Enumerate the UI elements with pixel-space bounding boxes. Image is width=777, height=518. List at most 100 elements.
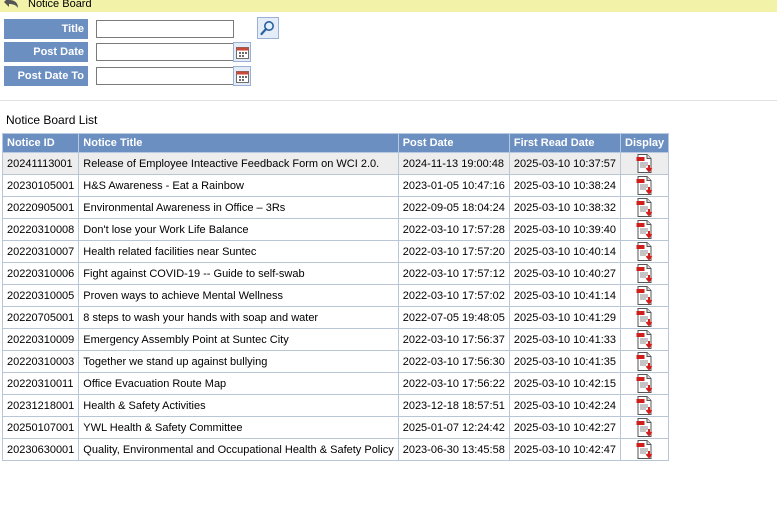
table-row[interactable]: 20220310006 Fight against COVID-19 -- Gui… — [1, 262, 670, 285]
notice-id-cell: 20220905001 — [1, 196, 80, 219]
pdf-document-icon[interactable] — [636, 307, 654, 328]
display-cell — [620, 174, 670, 197]
table-row[interactable]: 20220310003 Together we stand up against … — [1, 350, 670, 373]
section-divider — [0, 100, 777, 101]
first-read-date-cell: 2025-03-10 10:42:15 — [508, 372, 622, 395]
table-row[interactable]: 20220310005 Proven ways to achieve Mental… — [1, 284, 670, 307]
first-read-date-cell: 2025-03-10 10:41:35 — [508, 350, 622, 373]
table-row[interactable]: 20220310008 Don't lose your Work Life Bal… — [1, 218, 670, 241]
post-date-cell: 2024-11-13 19:00:48 — [397, 152, 510, 175]
column-header-notice-title[interactable]: Notice Title — [78, 133, 399, 153]
display-cell — [620, 328, 670, 351]
post-date-from-calendar-button[interactable] — [233, 42, 251, 62]
post-date-to-calendar-button[interactable] — [233, 66, 251, 86]
first-read-date-cell: 2025-03-10 10:38:24 — [508, 174, 622, 197]
page-header-bar: Notice Board — [0, 0, 777, 12]
notice-title-cell: Health related facilities near Suntec — [78, 240, 399, 263]
display-cell — [620, 350, 670, 373]
table-header-row: Notice ID Notice Title Post Date First R… — [1, 133, 670, 153]
table-row[interactable]: 20220310009 Emergency Assembly Point at S… — [1, 328, 670, 351]
page-title: Notice Board — [28, 0, 92, 10]
post-date-cell: 2022-07-05 19:48:05 — [397, 306, 510, 329]
pdf-document-icon[interactable] — [636, 373, 654, 394]
notice-title-cell: Release of Employee Inteactive Feedback … — [78, 152, 399, 175]
first-read-date-cell: 2025-03-10 10:40:14 — [508, 240, 622, 263]
post-date-cell: 2022-03-10 17:57:20 — [397, 240, 510, 263]
post-date-to-label: Post Date To — [4, 66, 88, 86]
pdf-document-icon[interactable] — [636, 175, 654, 196]
display-cell — [620, 262, 670, 285]
column-header-notice-id[interactable]: Notice ID — [1, 133, 80, 153]
notice-id-cell: 20220310006 — [1, 262, 80, 285]
notice-title-cell: H&S Awareness - Eat a Rainbow — [78, 174, 399, 197]
notice-id-cell: 20231218001 — [1, 394, 80, 417]
display-cell — [620, 372, 670, 395]
notice-title-cell: 8 steps to wash your hands with soap and… — [78, 306, 399, 329]
pdf-document-icon[interactable] — [636, 197, 654, 218]
display-cell — [620, 152, 670, 175]
notice-id-cell: 20220705001 — [1, 306, 80, 329]
notice-id-cell: 20220310011 — [1, 372, 80, 395]
pdf-document-icon[interactable] — [636, 351, 654, 372]
table-row[interactable]: 20250107001 YWL Health & Safety Committee… — [1, 416, 670, 439]
pdf-document-icon[interactable] — [636, 439, 654, 460]
first-read-date-cell: 2025-03-10 10:41:29 — [508, 306, 622, 329]
post-date-cell: 2022-03-10 17:56:22 — [397, 372, 510, 395]
notice-title-cell: Office Evacuation Route Map — [78, 372, 399, 395]
search-button[interactable] — [257, 17, 279, 39]
title-input[interactable] — [96, 20, 234, 38]
notice-table: Notice ID Notice Title Post Date First R… — [1, 133, 670, 461]
notice-title-cell: Health & Safety Activities — [78, 394, 399, 417]
search-icon — [260, 21, 274, 36]
first-read-date-cell: 2025-03-10 10:42:27 — [508, 416, 622, 439]
pdf-document-icon[interactable] — [636, 241, 654, 262]
first-read-date-cell: 2025-03-10 10:42:24 — [508, 394, 622, 417]
notice-id-cell: 20220310005 — [1, 284, 80, 307]
pdf-document-icon[interactable] — [636, 285, 654, 306]
table-row[interactable]: 20220310007 Health related facilities nea… — [1, 240, 670, 263]
first-read-date-cell: 2025-03-10 10:40:27 — [508, 262, 622, 285]
pdf-document-icon[interactable] — [636, 417, 654, 438]
post-date-from-label: Post Date From — [4, 42, 88, 78]
table-row[interactable]: 20220705001 8 steps to wash your hands wi… — [1, 306, 670, 329]
notice-title-cell: Fight against COVID-19 -- Guide to self-… — [78, 262, 399, 285]
table-row[interactable]: 20230630001 Quality, Environmental and Oc… — [1, 438, 670, 461]
post-date-cell: 2022-03-10 17:57:12 — [397, 262, 510, 285]
display-cell — [620, 196, 670, 219]
pdf-document-icon[interactable] — [636, 395, 654, 416]
table-row[interactable]: 20241113001 Release of Employee Inteactiv… — [1, 152, 670, 175]
notice-id-cell: 20220310003 — [1, 350, 80, 373]
column-header-first-read-date[interactable]: First Read Date — [508, 133, 622, 153]
post-date-from-input[interactable] — [96, 43, 234, 61]
post-date-cell: 2023-06-30 13:45:58 — [397, 438, 510, 461]
first-read-date-cell: 2025-03-10 10:41:14 — [508, 284, 622, 307]
post-date-cell: 2025-01-07 12:24:42 — [397, 416, 510, 439]
column-header-display: Display — [620, 133, 670, 153]
table-row[interactable]: 20220905001 Environmental Awareness in Of… — [1, 196, 670, 219]
notice-id-cell: 20220310008 — [1, 218, 80, 241]
table-row[interactable]: 20220310011 Office Evacuation Route Map 20… — [1, 372, 670, 395]
notice-title-cell: Environmental Awareness in Office – 3Rs — [78, 196, 399, 219]
display-cell — [620, 394, 670, 417]
post-date-cell: 2022-03-10 17:57:02 — [397, 284, 510, 307]
column-header-post-date[interactable]: Post Date — [397, 133, 510, 153]
notice-title-cell: YWL Health & Safety Committee — [78, 416, 399, 439]
pdf-document-icon[interactable] — [636, 219, 654, 240]
first-read-date-cell: 2025-03-10 10:42:47 — [508, 438, 622, 461]
title-label: Title — [4, 19, 88, 39]
table-row[interactable]: 20231218001 Health & Safety Activities 202… — [1, 394, 670, 417]
pdf-document-icon[interactable] — [636, 329, 654, 350]
post-date-cell: 2022-09-05 18:04:24 — [397, 196, 510, 219]
notice-id-cell: 20241113001 — [1, 152, 80, 175]
back-arrow-icon[interactable] — [4, 0, 20, 10]
notice-list-title: Notice Board List — [6, 113, 98, 127]
notice-id-cell: 20250107001 — [1, 416, 80, 439]
display-cell — [620, 218, 670, 241]
post-date-to-input[interactable] — [96, 67, 234, 85]
post-date-cell: 2023-01-05 10:47:16 — [397, 174, 510, 197]
pdf-document-icon[interactable] — [636, 263, 654, 284]
first-read-date-cell: 2025-03-10 10:39:40 — [508, 218, 622, 241]
display-cell — [620, 240, 670, 263]
table-row[interactable]: 20230105001 H&S Awareness - Eat a Rainbow… — [1, 174, 670, 197]
pdf-document-icon[interactable] — [636, 153, 654, 174]
